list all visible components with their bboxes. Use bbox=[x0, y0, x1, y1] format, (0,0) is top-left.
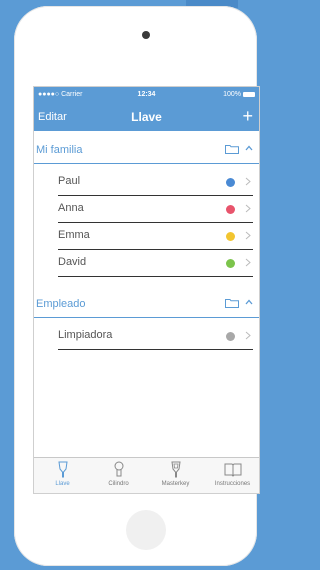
key-icon bbox=[57, 461, 68, 478]
battery-indicator: 100% bbox=[223, 91, 255, 98]
member-name: Anna bbox=[58, 202, 84, 214]
chevron-right-icon bbox=[245, 177, 251, 186]
tab-label: Masterkey bbox=[161, 481, 190, 487]
page-title: Llave bbox=[131, 110, 162, 124]
member-name: Paul bbox=[58, 175, 81, 187]
member-name: Limpiadora bbox=[58, 329, 113, 341]
group-label: Mi familia bbox=[36, 144, 83, 156]
color-dot bbox=[226, 232, 235, 241]
member-name: Emma bbox=[58, 229, 90, 241]
list-item-anna[interactable]: Anna bbox=[58, 196, 253, 223]
masterkey-icon bbox=[170, 461, 181, 478]
group-header-mi-familia[interactable]: Mi familia bbox=[34, 137, 259, 164]
color-dot bbox=[226, 178, 235, 187]
nav-bar: Editar Llave + bbox=[34, 104, 259, 131]
chevron-right-icon bbox=[245, 231, 251, 240]
add-button[interactable]: + bbox=[242, 106, 253, 126]
group-label: Empleado bbox=[36, 298, 86, 310]
tab-llave[interactable]: Llave bbox=[34, 461, 91, 487]
cylinder-icon bbox=[114, 461, 123, 477]
chevron-up-icon[interactable] bbox=[245, 299, 253, 305]
chevron-up-icon[interactable] bbox=[245, 145, 253, 151]
tab-cilindro[interactable]: Cilindro bbox=[90, 461, 147, 487]
tab-bar: Llave Cilindro Masterkey Instrucciones bbox=[34, 457, 259, 493]
chevron-right-icon bbox=[245, 331, 251, 340]
color-dot bbox=[226, 259, 235, 268]
color-dot bbox=[226, 332, 235, 341]
list-item-limpiadora[interactable]: Limpiadora bbox=[58, 323, 253, 350]
folder-icon[interactable] bbox=[225, 298, 239, 308]
list-item-emma[interactable]: Emma bbox=[58, 223, 253, 250]
folder-icon[interactable] bbox=[225, 144, 239, 154]
book-icon bbox=[224, 463, 241, 477]
battery-icon bbox=[243, 92, 255, 97]
list-item-david[interactable]: David bbox=[58, 250, 253, 277]
member-name: David bbox=[58, 256, 87, 268]
color-dot bbox=[226, 205, 235, 214]
camera-icon bbox=[142, 31, 150, 39]
list-item-paul[interactable]: Paul bbox=[58, 169, 253, 196]
status-bar: ●●●●○ Carrier 12:34 100% bbox=[34, 87, 259, 104]
home-button[interactable] bbox=[126, 510, 166, 550]
app-screen: ●●●●○ Carrier 12:34 100% Editar Llave + … bbox=[33, 86, 260, 494]
group-header-empleado[interactable]: Empleado bbox=[34, 291, 259, 318]
chevron-right-icon bbox=[245, 258, 251, 267]
chevron-right-icon bbox=[245, 204, 251, 213]
tab-masterkey[interactable]: Masterkey bbox=[147, 461, 204, 487]
battery-percent: 100% bbox=[223, 91, 241, 98]
tab-instrucciones[interactable]: Instrucciones bbox=[204, 461, 259, 487]
tab-label: Instrucciones bbox=[214, 481, 251, 487]
tab-label: Cilindro bbox=[108, 481, 129, 487]
tab-label: Llave bbox=[55, 481, 70, 487]
